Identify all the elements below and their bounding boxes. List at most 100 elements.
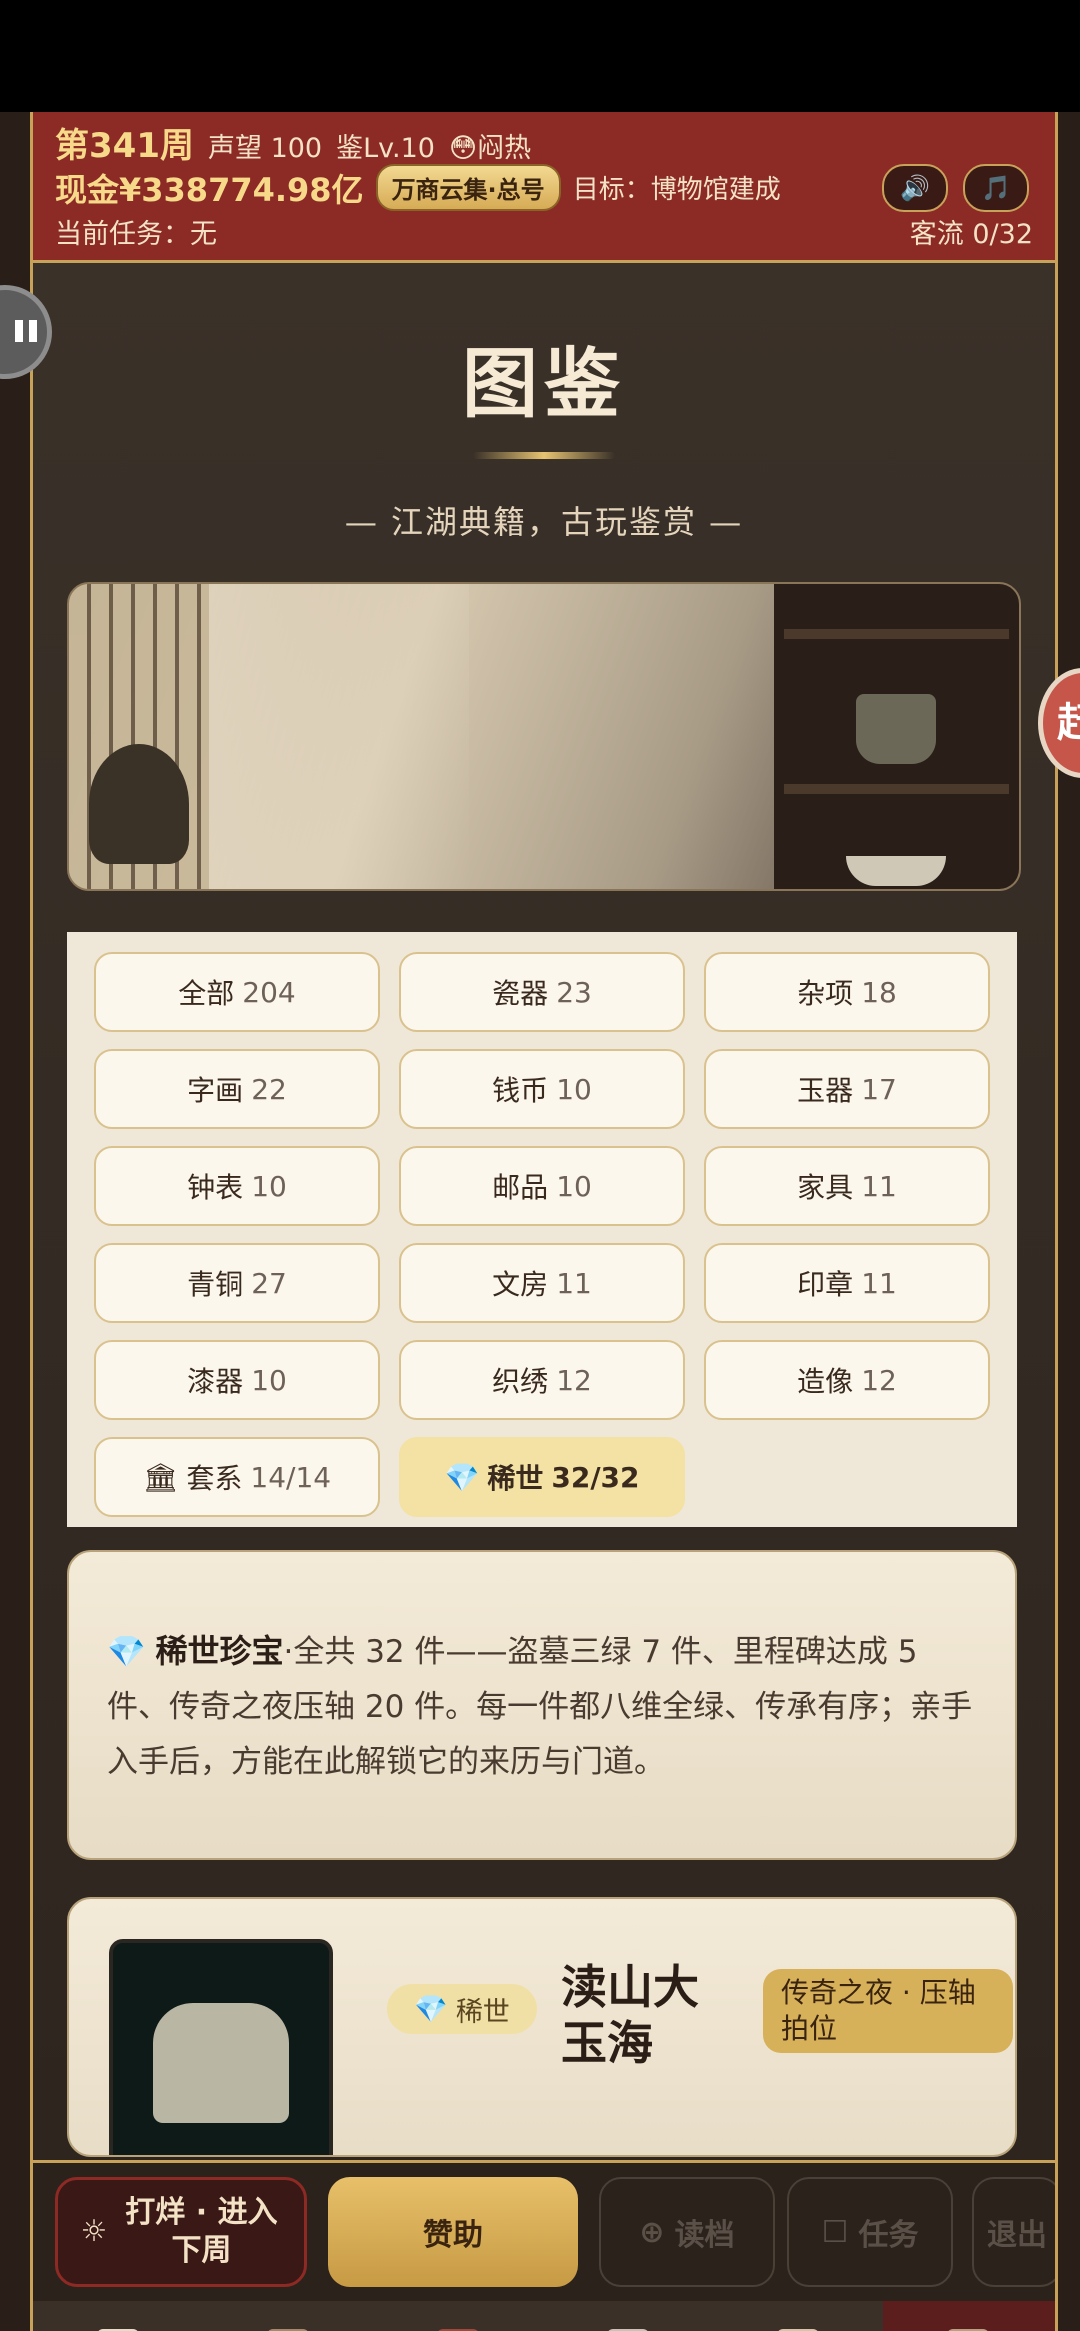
traffic-label: 客流 0/32 — [909, 219, 1033, 250]
diamond-icon: 💎 — [414, 1994, 448, 2025]
category-count: 10 — [556, 1169, 592, 1203]
category-name: 织绣 — [492, 1365, 549, 1398]
task-icon: ☐ — [821, 2214, 849, 2250]
nav-shop[interactable]: 店铺 — [33, 2301, 203, 2331]
nav-business[interactable]: 经营 — [373, 2301, 543, 2331]
cash-label: 现金¥338774.98亿 — [55, 170, 364, 209]
category-calligraphy[interactable]: 字画 22 — [94, 1049, 380, 1129]
category-count: 12 — [556, 1363, 592, 1397]
category-stationery[interactable]: 文房 11 — [399, 1243, 685, 1323]
category-count: 12 — [861, 1363, 897, 1397]
category-name: 造像 — [797, 1365, 854, 1398]
sound-toggle-button[interactable]: 🔊 — [882, 164, 948, 212]
reputation-label: 声望 100 — [207, 133, 323, 164]
description-heading: 稀世珍宝 — [155, 1632, 284, 1670]
item-thumbnail — [109, 1939, 333, 2155]
page-title: 图鉴 — [462, 339, 626, 428]
tasks-button[interactable]: ☐ 任务 — [787, 2177, 953, 2287]
load-save-label: 读档 — [674, 2218, 735, 2253]
category-name: 青铜 — [187, 1268, 244, 1301]
bronze-ding-vessel — [856, 694, 936, 764]
display-shelf — [774, 584, 1019, 889]
category-name: 杂项 — [797, 977, 854, 1010]
load-save-button[interactable]: ⊕ 读档 — [599, 2177, 775, 2287]
nav-more[interactable]: 更多 — [883, 2301, 1055, 2331]
week-label: 第341周 — [55, 126, 194, 166]
category-sets[interactable]: 🏛 套系 14/14 — [94, 1437, 380, 1517]
category-count: 17 — [861, 1072, 897, 1106]
game-frame: 第341周 声望 100 鉴Lv.10 😳闷热 现金¥338774.98亿 万商… — [30, 112, 1058, 2331]
category-misc[interactable]: 杂项 18 — [704, 952, 990, 1032]
temple-icon: 🏛 — [142, 1460, 179, 1494]
goal-label: 目标：博物馆建成 — [572, 175, 781, 205]
nav-goals[interactable]: 目标 — [713, 2301, 883, 2331]
page-subtitle: — 江湖典籍，古玩鉴赏 — — [344, 503, 744, 541]
category-name: 钟表 — [187, 1171, 244, 1204]
current-task-label: 当前任务：无 — [55, 219, 217, 250]
legend-night-tag: 传奇之夜 · 压轴拍位 — [763, 1969, 1013, 2053]
category-lacquer[interactable]: 漆器 10 — [94, 1340, 380, 1420]
left-border — [0, 112, 30, 2331]
category-stamps[interactable]: 邮品 10 — [399, 1146, 685, 1226]
category-statues[interactable]: 造像 12 — [704, 1340, 990, 1420]
category-jade[interactable]: 玉器 17 — [704, 1049, 990, 1129]
category-count: 14/14 — [250, 1460, 332, 1494]
light-rays — [209, 584, 469, 889]
category-name: 玉器 — [797, 1074, 854, 1107]
category-furniture[interactable]: 家具 11 — [704, 1146, 990, 1226]
side-button-label: 赶 — [1057, 700, 1080, 746]
category-name: 稀世 — [487, 1462, 544, 1495]
close-shop-next-week-button[interactable]: ☼ 打烊 · 进入下周 — [55, 2177, 307, 2287]
bonsai-rock — [89, 744, 189, 864]
category-count: 23 — [556, 975, 592, 1009]
category-count: 18 — [861, 975, 897, 1009]
category-coins[interactable]: 钱币 10 — [399, 1049, 685, 1129]
category-count: 10 — [251, 1169, 287, 1203]
header-row-cash: 现金¥338774.98亿 万商云集·总号 目标：博物馆建成 — [55, 164, 781, 211]
category-name: 漆器 — [187, 1365, 244, 1398]
system-status-bar — [0, 0, 1080, 112]
nav-contacts[interactable]: 人脉 — [543, 2301, 713, 2331]
music-toggle-button[interactable]: 🎵 — [963, 164, 1029, 212]
category-count: 11 — [861, 1169, 897, 1203]
category-count: 11 — [556, 1266, 592, 1300]
category-rare[interactable]: 💎 稀世 32/32 — [399, 1437, 685, 1517]
music-note-icon: 🎵 — [981, 174, 1011, 202]
item-name: 渎山大玉海 — [561, 1960, 699, 2070]
category-embroidery[interactable]: 织绣 12 — [399, 1340, 685, 1420]
tasks-label: 任务 — [858, 2218, 919, 2253]
right-border — [1055, 112, 1080, 2331]
diamond-icon: 💎 — [107, 1634, 146, 1670]
shelf-plank — [784, 784, 1009, 794]
category-clocks[interactable]: 钟表 10 — [94, 1146, 380, 1226]
pause-icon — [15, 320, 23, 342]
category-all[interactable]: 全部 204 — [94, 952, 380, 1032]
category-count: 11 — [861, 1266, 897, 1300]
jade-vessel-image — [153, 2003, 289, 2123]
category-count: 32/32 — [551, 1460, 640, 1494]
rarity-label: 稀世 — [455, 1996, 510, 2028]
title-divider — [473, 452, 615, 459]
category-porcelain[interactable]: 瓷器 23 — [399, 952, 685, 1032]
category-seals[interactable]: 印章 11 — [704, 1243, 990, 1323]
rarity-tag: 💎 稀世 — [387, 1984, 537, 2034]
top-status-header: 第341周 声望 100 鉴Lv.10 😳闷热 现金¥338774.98亿 万商… — [33, 112, 1055, 263]
category-filter-panel: 全部 204 瓷器 23 杂项 18 字画 22 钱币 10 玉器 17 钟表 10 邮品 10… — [67, 932, 1017, 1527]
collection-item-card[interactable]: 💎 稀世 渎山大玉海 传奇之夜 · 压轴拍位 — [67, 1897, 1017, 2157]
category-count: 27 — [251, 1266, 287, 1300]
speaker-icon: 🔊 — [900, 174, 930, 202]
action-bar: ☼ 打烊 · 进入下周 赞助 ⊕ 读档 ☐ 任务 退出 — [33, 2160, 1055, 2304]
sponsor-button[interactable]: 赞助 — [328, 2177, 578, 2287]
exit-button[interactable]: 退出 — [972, 2177, 1055, 2287]
category-bronze[interactable]: 青铜 27 — [94, 1243, 380, 1323]
collection-banner-image — [67, 582, 1021, 891]
diamond-icon: 💎 — [444, 1460, 480, 1494]
category-name: 印章 — [797, 1268, 854, 1301]
nav-warehouse[interactable]: 仓库 — [203, 2301, 373, 2331]
rare-description-card: 💎 稀世珍宝·全共 32 件——盗墓三绿 7 件、里程碑达成 5 件、传奇之夜压… — [67, 1550, 1017, 1860]
category-name: 邮品 — [492, 1171, 549, 1204]
category-name: 套系 — [186, 1462, 243, 1495]
category-name: 瓷器 — [492, 977, 549, 1010]
category-count: 10 — [556, 1072, 592, 1106]
header-row-stats: 第341周 声望 100 鉴Lv.10 😳闷热 — [55, 118, 531, 167]
